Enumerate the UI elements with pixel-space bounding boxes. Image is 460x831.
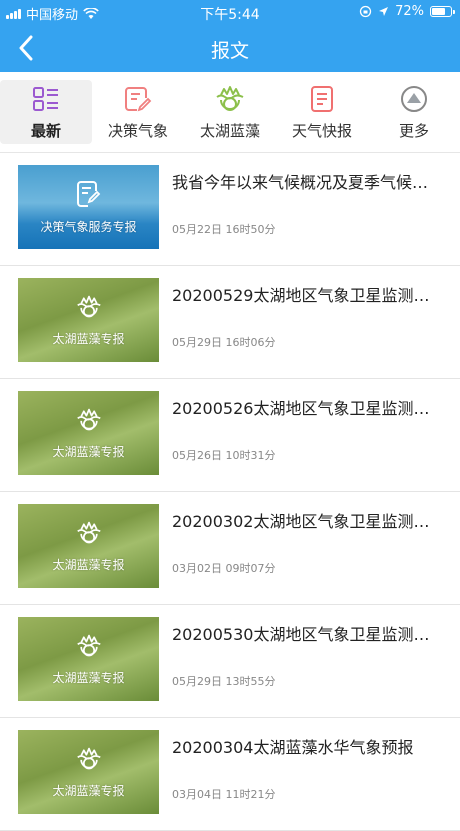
report-time: 03月02日 09时07分 <box>172 562 276 575</box>
water-plant-icon <box>76 633 102 663</box>
report-thumbnail: 太湖蓝藻专报 <box>18 617 159 701</box>
thumbnail-label: 太湖蓝藻专报 <box>52 557 125 572</box>
tab-label: 更多 <box>398 121 429 140</box>
list-item[interactable]: 太湖蓝藻专报 20200304太湖蓝藻水华气象预报 03月04日 11时21分 <box>0 718 460 831</box>
thumbnail-label: 决策气象服务专报 <box>40 219 137 234</box>
list-item[interactable]: 决策气象服务专报 我省今年以来气候概况及夏季气候趋势预测 05月22日 16时5… <box>0 153 460 266</box>
report-title: 20200526太湖地区气象卫星监测报告 <box>172 399 430 418</box>
page-title: 报文 <box>210 40 249 62</box>
thumbnail-label: 太湖蓝藻专报 <box>52 444 125 459</box>
report-time: 03月04日 11时21分 <box>172 788 276 801</box>
rotation-lock-icon <box>359 5 372 18</box>
list-item[interactable]: 太湖蓝藻专报 20200530太湖地区气象卫星监测报告 05月29日 13时55… <box>0 605 460 718</box>
water-plant-icon <box>76 520 102 550</box>
battery-percent: 72% <box>395 4 424 19</box>
report-time: 05月22日 16时50分 <box>172 223 276 236</box>
nav-bar: 报文 <box>0 24 460 72</box>
report-thumbnail: 太湖蓝藻专报 <box>18 391 159 475</box>
tab-category-3[interactable]: 天气快报 <box>276 72 368 152</box>
report-thumbnail: 太湖蓝藻专报 <box>18 278 159 362</box>
tab-category-1[interactable]: 决策气象 <box>92 72 184 152</box>
tab-category-4[interactable]: 更多 <box>368 72 460 152</box>
report-title: 20200302太湖地区气象卫星监测报告 <box>172 512 430 531</box>
report-title: 20200530太湖地区气象卫星监测报告 <box>172 625 430 644</box>
report-list: 决策气象服务专报 我省今年以来气候概况及夏季气候趋势预测 05月22日 16时5… <box>0 153 460 831</box>
tab-category-2[interactable]: 太湖蓝藻 <box>184 72 276 152</box>
report-time: 05月29日 16时06分 <box>172 336 276 349</box>
report-title: 我省今年以来气候概况及夏季气候趋势预测 <box>172 173 430 192</box>
water-plant-icon <box>215 84 245 114</box>
tab-label: 天气快报 <box>291 121 352 140</box>
up-arrow-circle-icon <box>400 84 428 114</box>
top-bar: 中国移动 下午5:44 72% 报文 <box>0 0 460 72</box>
edit-document-icon <box>124 84 152 114</box>
report-thumbnail: 太湖蓝藻专报 <box>18 504 159 588</box>
battery-icon <box>430 6 455 17</box>
category-tabs: 最新 决策气象 太湖蓝藻 天气快报 更多 <box>0 72 460 153</box>
list-item[interactable]: 太湖蓝藻专报 20200529太湖地区气象卫星监测报告 05月29日 16时06… <box>0 266 460 379</box>
report-time: 05月26日 10时31分 <box>172 449 276 462</box>
edit-document-icon <box>76 180 101 212</box>
thumbnail-label: 太湖蓝藻专报 <box>52 670 125 685</box>
report-thumbnail: 决策气象服务专报 <box>18 165 159 249</box>
tab-label: 最新 <box>30 121 61 140</box>
thumbnail-label: 太湖蓝藻专报 <box>52 331 125 346</box>
list-item[interactable]: 太湖蓝藻专报 20200302太湖地区气象卫星监测报告 03月02日 09时07… <box>0 492 460 605</box>
tab-label: 太湖蓝藻 <box>199 121 260 140</box>
list-icon <box>32 84 60 114</box>
water-plant-icon <box>76 407 102 437</box>
status-bar: 中国移动 下午5:44 72% <box>0 0 460 24</box>
list-item[interactable]: 太湖蓝藻专报 20200526太湖地区气象卫星监测报告 05月26日 10时31… <box>0 379 460 492</box>
report-title: 20200529太湖地区气象卫星监测报告 <box>172 286 430 305</box>
water-plant-icon <box>76 294 102 324</box>
report-title: 20200304太湖蓝藻水华气象预报 <box>172 738 414 757</box>
report-thumbnail: 太湖蓝藻专报 <box>18 730 159 814</box>
tab-category-0[interactable]: 最新 <box>0 80 92 144</box>
location-arrow-icon <box>379 7 389 16</box>
report-icon <box>309 84 335 114</box>
report-time: 05月29日 13时55分 <box>172 675 276 688</box>
thumbnail-label: 太湖蓝藻专报 <box>52 783 125 798</box>
water-plant-icon <box>76 746 102 776</box>
tab-label: 决策气象 <box>107 121 168 140</box>
